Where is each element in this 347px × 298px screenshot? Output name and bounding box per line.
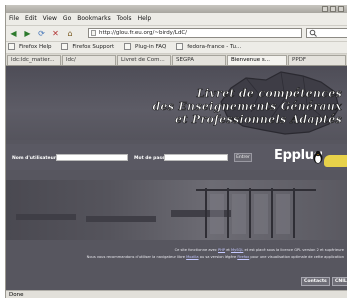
menu-view[interactable]: View: [40, 13, 60, 25]
address-url: http://glou.fr.eu.org/~birdy/LdC/: [99, 30, 188, 36]
bookmark-plugin-faq[interactable]: Plug-in FAQ: [122, 42, 172, 53]
footer: Ce site fonctionne avec PHP et MySQL et …: [6, 242, 347, 290]
bookmark-fedora-france[interactable]: fedora-france - Tu...: [174, 42, 247, 53]
menu-bookmarks[interactable]: Bookmarks: [74, 13, 114, 25]
footer-text: pour une visualisation optimale de cette…: [250, 255, 344, 259]
mozilla-link[interactable]: Mozilla: [186, 255, 198, 259]
forward-arrow-icon[interactable]: ▶: [23, 29, 32, 38]
login-submit-button[interactable]: Entrer: [234, 153, 252, 162]
navigation-toolbar: ◀ ▶ ⟳ ✕ ⌂ http://glou.fr.eu.org/~birdy/L…: [6, 26, 347, 42]
bookmark-label: fedora-france - Tu...: [187, 44, 242, 50]
maximize-button[interactable]: [330, 6, 336, 12]
back-arrow-icon[interactable]: ◀: [9, 29, 18, 38]
header-title-line2: des Enseignements Généraux: [152, 100, 342, 114]
search-input[interactable]: [306, 28, 347, 38]
bookmark-firefox-support[interactable]: Firefox Support: [59, 42, 120, 53]
username-field[interactable]: [56, 154, 128, 161]
bookmark-label: Firefox Support: [72, 44, 115, 50]
minimize-button[interactable]: [322, 6, 328, 12]
page-content: Livret de compétences des Enseignements …: [6, 66, 347, 290]
footer-text: Nous vous recommandons d'utiliser la nav…: [86, 255, 185, 259]
bookmarks-toolbar: Firefox Help Firefox Support Plug-in FAQ…: [6, 42, 347, 54]
bookmark-page-icon: [124, 43, 132, 50]
home-icon[interactable]: ⌂: [65, 29, 75, 38]
title-bar: [6, 5, 347, 13]
search-icon: [309, 29, 317, 37]
menu-edit[interactable]: Edit: [22, 13, 40, 25]
username-label: Nom d'utilisateur :: [12, 156, 60, 161]
bookmark-page-icon: [61, 43, 69, 50]
menu-help[interactable]: Help: [135, 13, 155, 25]
address-bar[interactable]: http://glou.fr.eu.org/~birdy/LdC/: [88, 28, 302, 38]
footer-browser-line: Nous vous recommandons d'utiliser la nav…: [87, 255, 344, 259]
bookmark-page-icon: [176, 43, 184, 50]
header-title-line3: et Professionnels Adaptés: [175, 113, 342, 127]
footer-text: Ce site fonctionne avec: [174, 248, 217, 252]
footer-text: et est placé sous la licence GPL version…: [244, 248, 344, 252]
stop-icon[interactable]: ✕: [51, 29, 60, 38]
menu-file[interactable]: File: [6, 13, 22, 25]
logo-accent-shape: [324, 155, 347, 167]
header-banner: Livret de compétences des Enseignements …: [6, 66, 347, 140]
bookmark-label: Firefox Help: [19, 44, 52, 50]
tab-bar: ldc:ldc_matier... ldc/ Livret de Com... …: [6, 54, 347, 66]
close-window-button[interactable]: [338, 6, 344, 12]
bookmark-page-icon: [8, 43, 15, 50]
reload-icon[interactable]: ⟳: [37, 29, 46, 38]
menu-tools[interactable]: Tools: [114, 13, 135, 25]
footer-credits-line: Ce site fonctionne avec PHP et MySQL et …: [175, 248, 344, 252]
status-text: Done: [9, 292, 24, 298]
contacts-button[interactable]: Contacts: [301, 277, 330, 286]
tab-segpa[interactable]: SEGPA: [172, 55, 226, 65]
menu-go[interactable]: Go: [60, 13, 74, 25]
classroom-photo: [6, 180, 347, 240]
password-field[interactable]: [164, 154, 228, 161]
menu-bar: File Edit View Go Bookmarks Tools Help: [6, 13, 347, 26]
tab-livret-de-com[interactable]: Livret de Com...: [117, 55, 171, 65]
cnil-button[interactable]: CNIL: [332, 277, 347, 286]
footer-text: et: [226, 248, 230, 252]
mysql-link[interactable]: MySQL: [231, 248, 243, 252]
classroom-photo-image: [16, 188, 316, 238]
php-link[interactable]: PHP: [218, 248, 225, 252]
header-title-line1: Livret de compétences: [196, 87, 342, 101]
login-form: Nom d'utilisateur : Mot de passe : Entre…: [6, 144, 347, 170]
bookmark-firefox-help[interactable]: Firefox Help: [6, 42, 58, 53]
bookmark-label: Plug-in FAQ: [135, 44, 167, 50]
footer-text: ou sa version légère: [199, 255, 237, 259]
penguin-logo-icon: [313, 150, 323, 164]
status-bar: Done: [6, 290, 347, 298]
firefox-link[interactable]: Firefox: [237, 255, 249, 259]
tab-ldc[interactable]: ldc/: [62, 55, 116, 65]
tab-ldc-matiere[interactable]: ldc:ldc_matier...: [7, 55, 61, 65]
page-icon: [91, 30, 96, 36]
tab-bienvenue[interactable]: Bienvenue s...: [227, 55, 287, 65]
tab-ppdf[interactable]: PPDF: [288, 55, 346, 65]
browser-window: File Edit View Go Bookmarks Tools Help ◀ ▶ ⟳ ✕…: [5, 5, 347, 298]
